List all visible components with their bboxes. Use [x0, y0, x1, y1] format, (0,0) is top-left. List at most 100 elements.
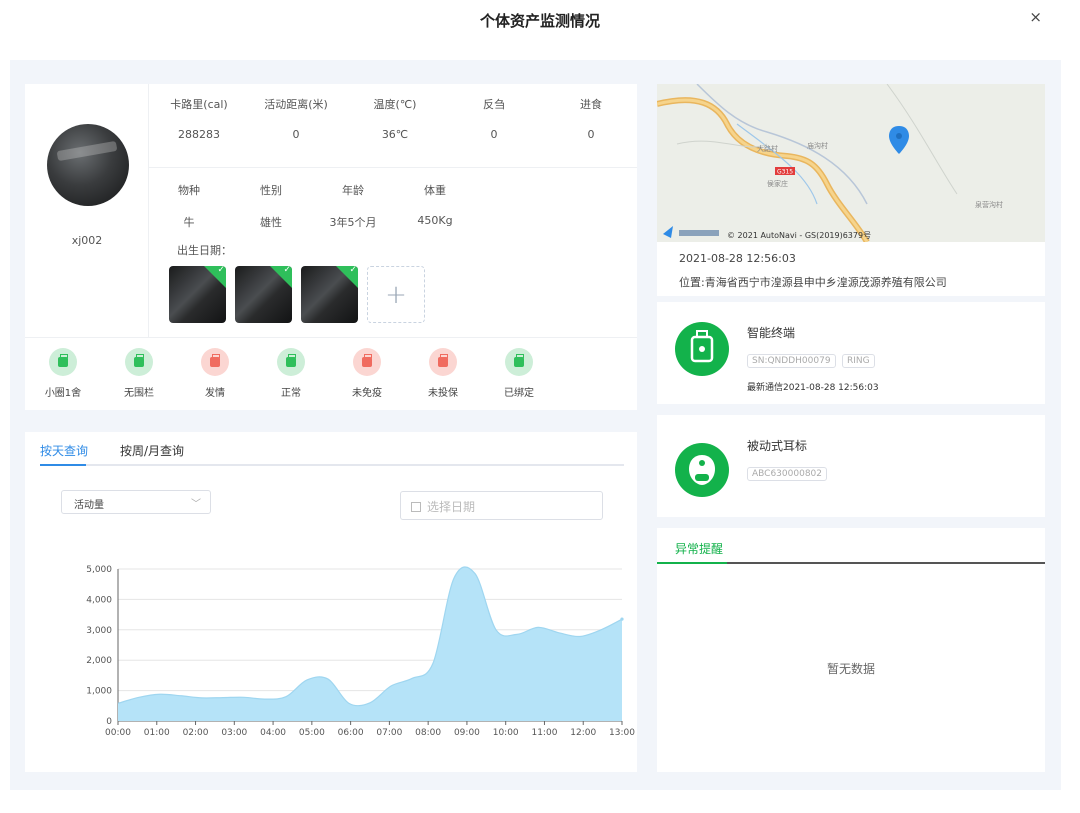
info-label: 体重 [424, 184, 446, 197]
info-value: 450Kg [417, 214, 453, 227]
active-tab-indicator [40, 464, 86, 466]
add-photo-button[interactable]: + [367, 266, 425, 323]
avatar-column: xj002 [25, 84, 149, 337]
serial-chip: SN:QNDDH00079 [747, 354, 836, 368]
x-tick-label: 09:00 [454, 728, 480, 738]
tag-insured: 未投保 [405, 348, 481, 399]
info-age: 年龄 3年5个月 [313, 182, 393, 230]
tag-label: 正常 [281, 388, 301, 399]
map-view[interactable]: 大路村 庙沟村 侯家庄 泉营沟村 G315 © 2021 AutoNavi - … [657, 84, 1045, 242]
photo-list: ✓ ✓ ✓ + [169, 266, 425, 323]
map-copyright: © 2021 AutoNavi - GS(2019)6379号 [727, 231, 871, 240]
location-timestamp: 2021-08-28 12:56:03 [679, 252, 796, 265]
stat-rumination: 反刍 0 [444, 96, 544, 141]
chevron-down-icon: ﹀ [191, 499, 201, 510]
x-tick-label: 00:00 [105, 728, 131, 738]
x-tick-label: 02:00 [183, 728, 209, 738]
empty-state: 暂无数据 [826, 662, 875, 676]
stat-label: 卡路里(cal) [170, 98, 228, 111]
check-icon: ✓ [349, 266, 357, 275]
type-chip: RING [842, 354, 875, 368]
map-label: 大路村 [757, 144, 778, 153]
x-tick-label: 07:00 [376, 728, 402, 738]
date-picker[interactable]: 选择日期 [400, 491, 603, 520]
x-tick-label: 05:00 [299, 728, 325, 738]
modal-body: xj002 卡路里(cal) 288283 活动距离(米) 0 温度(℃) 36… [10, 60, 1061, 790]
y-tick-label: 1,000 [86, 687, 112, 697]
tag-pen: 小圈1舍 [25, 348, 101, 399]
smart-terminal-icon [675, 322, 729, 376]
close-icon[interactable]: × [1029, 8, 1042, 26]
active-tab-indicator [657, 562, 727, 564]
x-tick-label: 11:00 [531, 728, 557, 738]
info-sex: 性别 雄性 [231, 182, 311, 230]
stat-label: 反刍 [483, 98, 505, 111]
stat-value: 0 [490, 128, 498, 141]
info-value: 3年5个月 [329, 216, 377, 229]
tag-label: 发情 [205, 388, 225, 399]
stat-value: 0 [587, 128, 595, 141]
x-tick-label: 10:00 [493, 728, 519, 738]
tag-bound: 已绑定 [481, 348, 557, 399]
info-weight: 体重 450Kg [395, 182, 475, 227]
tag-icon [201, 348, 229, 376]
y-tick-label: 0 [106, 717, 112, 727]
tab-alerts[interactable]: 异常提醒 [675, 540, 723, 557]
stat-calories: 卡路里(cal) 288283 [149, 96, 249, 141]
check-icon: ✓ [283, 266, 291, 275]
info-row: 物种 牛 性别 雄性 年龄 3年5个月 体重 450Kg 出生日期： ✓ ✓ ✓… [149, 168, 637, 338]
photo-thumbnail[interactable]: ✓ [235, 266, 292, 323]
data-point[interactable] [620, 617, 624, 621]
tag-fence: 无围栏 [101, 348, 177, 399]
device-card-terminal: 智能终端 SN:QNDDH00079 RING 最新通信2021-08-28 1… [657, 302, 1045, 404]
map-tiles: 大路村 庙沟村 侯家庄 泉营沟村 G315 © 2021 AutoNavi - … [657, 84, 1045, 242]
stat-label: 活动距离(米) [264, 98, 328, 111]
tag-immunized: 未免疫 [329, 348, 405, 399]
road-label: G315 [777, 169, 793, 176]
info-label: 物种 [178, 184, 200, 197]
last-communication: 最新通信2021-08-28 12:56:03 [747, 383, 879, 393]
y-tick-label: 2,000 [86, 656, 112, 666]
tag-icon [125, 348, 153, 376]
query-tabs: 按天查询 按周/月查询 [40, 440, 624, 466]
tag-estrus: 发情 [177, 348, 253, 399]
asset-id: xj002 [71, 234, 103, 247]
x-tick-label: 01:00 [144, 728, 170, 738]
date-placeholder: 选择日期 [427, 500, 476, 514]
location-address: 位置:青海省西宁市湟源县申中乡湟源茂源养殖有限公司 [679, 276, 947, 289]
x-tick-label: 04:00 [260, 728, 286, 738]
x-tick-label: 12:00 [570, 728, 596, 738]
activity-area [118, 566, 622, 721]
stats-row: 卡路里(cal) 288283 活动距离(米) 0 温度(℃) 36℃ 反刍 0… [149, 84, 637, 168]
map-label: 侯家庄 [767, 179, 788, 188]
tab-weekly-monthly[interactable]: 按周/月查询 [120, 442, 184, 459]
metric-select[interactable]: 活动量 ﹀ [61, 490, 211, 514]
serial-chip: ABC630000802 [747, 467, 827, 481]
stat-label: 温度(℃) [373, 98, 417, 111]
stat-value: 0 [292, 128, 300, 141]
stat-feeding: 进食 0 [541, 96, 641, 141]
info-label: 性别 [260, 184, 282, 197]
info-label: 年龄 [342, 184, 364, 197]
y-tick-label: 5,000 [86, 565, 112, 575]
calendar-icon [411, 502, 421, 512]
info-species: 物种 牛 [149, 182, 229, 230]
photo-thumbnail[interactable]: ✓ [169, 266, 226, 323]
location-card: 大路村 庙沟村 侯家庄 泉营沟村 G315 © 2021 AutoNavi - … [657, 84, 1045, 296]
tag-icon [49, 348, 77, 376]
profile-card: xj002 卡路里(cal) 288283 活动距离(米) 0 温度(℃) 36… [25, 84, 637, 410]
ear-tag-icon [675, 443, 729, 497]
y-tick-label: 3,000 [86, 626, 112, 636]
stat-value: 288283 [178, 128, 220, 141]
activity-chart: 0 1,000 2,000 3,000 4,000 5,000 00:00 01:00 02:0… [86, 565, 635, 738]
tab-daily[interactable]: 按天查询 [40, 442, 88, 459]
x-tick-label: 06:00 [338, 728, 364, 738]
photo-thumbnail[interactable]: ✓ [301, 266, 358, 323]
map-label: 泉营沟村 [975, 200, 1003, 209]
tag-icon [505, 348, 533, 376]
info-value: 雄性 [260, 216, 282, 229]
check-icon: ✓ [217, 266, 225, 275]
activity-card: 按天查询 按周/月查询 活动量 ﹀ 选择日期 0 1,000 2,000 3,000 4… [25, 432, 637, 772]
tag-label: 小圈1舍 [44, 388, 82, 399]
tag-label: 未免疫 [352, 388, 382, 399]
